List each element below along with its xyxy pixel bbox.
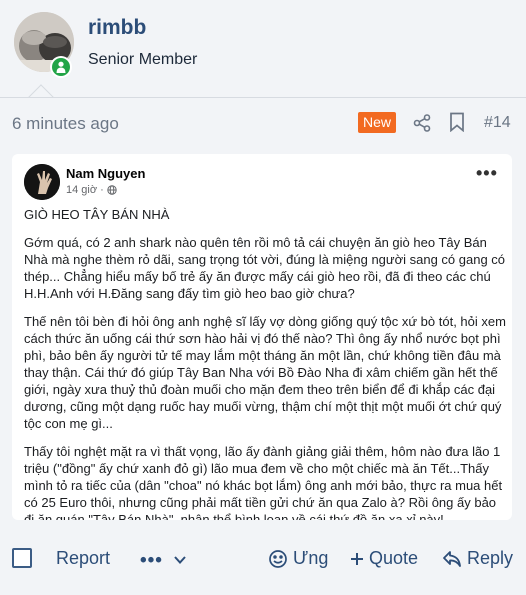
embed-avatar — [24, 164, 60, 200]
reply-arrow-icon — [443, 550, 461, 567]
quote-label: Quote — [369, 548, 419, 568]
online-status-icon — [50, 56, 72, 78]
more-dots-icon[interactable]: ••• — [476, 164, 498, 182]
react-button[interactable]: Ưng — [268, 548, 328, 569]
reply-button[interactable]: Reply — [442, 548, 513, 569]
react-face-icon — [269, 549, 287, 568]
embed-author-name: Nam Nguyen — [66, 166, 146, 181]
user-title: Senior Member — [88, 51, 198, 68]
embed-paragraph: Gớm quá, có 2 anh shark nào quên tên rồi… — [24, 235, 506, 301]
bookmark-icon[interactable] — [448, 112, 466, 133]
quote-button[interactable]: Quote — [350, 548, 418, 569]
message-actions-bar: Report ••• Ưng Quote Reply — [0, 540, 526, 580]
report-button[interactable]: Report — [56, 548, 110, 569]
message-attribution: 6 minutes ago New #14 — [0, 104, 526, 140]
username-link[interactable]: rimbb — [88, 16, 146, 40]
post-number-link[interactable]: #14 — [484, 114, 511, 132]
embed-paragraph: Thế nên tôi bèn đi hỏi ông anh nghệ sĩ l… — [24, 314, 506, 431]
embed-body: GIÒ HEO TÂY BÁN NHÀ Gớm quá, có 2 anh sh… — [24, 206, 506, 520]
header-divider — [0, 97, 526, 98]
chevron-down-icon[interactable] — [174, 552, 186, 570]
embed-time-text: 14 giờ · — [66, 184, 104, 196]
message-user-header: rimbb Senior Member — [0, 0, 526, 96]
post-time-link[interactable]: 6 minutes ago — [12, 114, 119, 134]
more-options-button[interactable]: ••• — [140, 550, 163, 572]
react-label: Ưng — [293, 548, 329, 568]
select-checkbox[interactable] — [12, 548, 32, 568]
reply-label: Reply — [467, 548, 514, 568]
embedded-post-card: Nam Nguyen 14 giờ · ••• GIÒ HEO TÂY BÁN … — [12, 154, 512, 520]
embed-heading: GIÒ HEO TÂY BÁN NHÀ — [24, 207, 170, 222]
plus-icon — [351, 552, 363, 565]
share-icon[interactable] — [412, 113, 432, 133]
globe-icon — [107, 185, 117, 195]
embed-post-time: 14 giờ · — [66, 184, 117, 196]
embed-paragraph: Thấy tôi nghệt mặt ra vì thất vọng, lão … — [24, 444, 503, 520]
new-badge: New — [358, 112, 397, 133]
